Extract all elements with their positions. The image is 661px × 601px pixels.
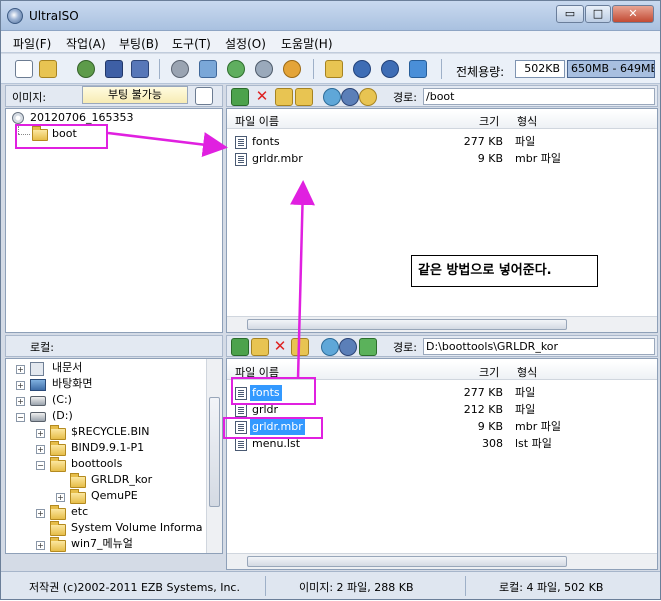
ultraiso-window: UltraISO ▭ □ ✕ 파일(F) 작업(A) 부팅(B) 도구(T) 설… (0, 0, 661, 600)
callout-note: 같은 방법으로 넣어준다. (411, 255, 598, 287)
arrow-boot-to-files (107, 131, 228, 157)
arrow-fonts-up (289, 180, 315, 380)
annotation-arrows (107, 131, 315, 380)
